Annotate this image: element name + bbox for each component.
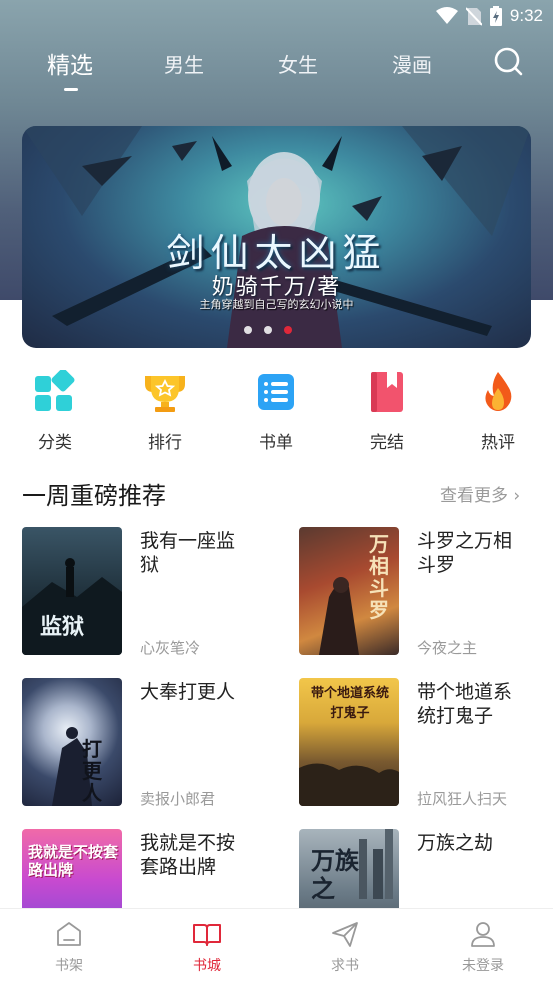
book-card[interactable]: 打更人 大奉打更人 卖报小郎君 [22,678,272,808]
category-icon [33,368,77,414]
section-title: 一周重磅推荐 [22,482,166,510]
tab-male[interactable]: 男生 [162,49,206,78]
tab-female[interactable]: 女生 [276,49,320,78]
book-author: 卖报小郎君 [140,790,216,808]
search-icon [494,47,523,76]
quicknav-booklist[interactable]: 书单 [236,368,316,453]
book-title: 大奉打更人 [140,681,236,703]
book-author: 拉风狂人扫天 [417,790,508,808]
book-title: 万族之劫 [417,832,494,854]
no-sim-icon [465,7,482,26]
cover-title: 监狱 [40,614,85,640]
quicknav-label: 排行 [148,433,182,453]
book-cover: 万相斗罗 [299,527,399,655]
book-author: 心灰笔冷 [140,639,201,657]
banner-tagline: 主角穿越到自己写的玄幻小说中 [199,298,354,311]
top-tabs: 精选 男生 女生 漫画 [0,38,553,98]
wifi-icon [435,7,458,24]
carousel-dots [244,326,292,334]
cover-title: 万相斗罗 [369,532,389,622]
cover-title: 打更人 [82,737,102,805]
quicknav-label: 完结 [370,433,404,453]
book-author: 今夜之主 [417,639,478,657]
nav-request-book[interactable]: 求书 [300,919,390,975]
book-cover: 监狱 [22,527,122,655]
book-title: 我有一座监狱 [140,530,236,576]
nav-label: 求书 [331,958,359,974]
view-more-link[interactable]: 查看更多 › [440,481,520,506]
quicknav-category[interactable]: 分类 [15,368,95,453]
quicknav-completed[interactable]: 完结 [347,368,427,453]
nav-label: 书架 [55,958,83,974]
promo-banner[interactable]: 剑仙太凶猛 奶骑千万/著 主角穿越到自己写的玄幻小说中 [22,126,531,348]
tab-comics[interactable]: 漫画 [390,49,434,78]
search-button[interactable] [493,46,525,78]
active-tab-indicator [64,88,78,91]
quicknav-hot-reviews[interactable]: 热评 [458,368,538,453]
book-card[interactable]: 万相斗罗 斗罗之万相斗罗 今夜之主 [299,527,549,657]
quicknav-label: 分类 [38,433,72,453]
bottom-nav: 书架 书城 求书 未登录 [0,908,553,983]
status-time: 9:32 [509,6,543,25]
nav-profile[interactable]: 未登录 [438,919,528,975]
booklist-icon [254,370,298,414]
status-icons: 9:32 [435,4,543,28]
flame-icon [476,370,520,414]
trophy-icon [143,370,187,414]
user-icon [468,919,498,949]
book-title: 带个地道系统打鬼子 [417,681,513,727]
nav-bookshelf[interactable]: 书架 [24,919,114,975]
paper-plane-icon [330,919,360,949]
carousel-dot[interactable] [244,326,252,334]
battery-charging-icon [489,6,502,26]
cover-title: 我就是不按套路出牌 [28,843,119,879]
book-title: 斗罗之万相斗罗 [417,530,513,576]
status-bar: 9:32 [0,0,553,32]
nav-bookstore[interactable]: 书城 [162,919,252,975]
cover-title: 万族之 [311,846,359,903]
open-book-icon [192,919,222,949]
quicknav-label: 书单 [259,433,293,453]
cover-title: 带个地道系统 打鬼子 [310,686,389,721]
quick-nav: 分类 排行 书单 完结 热评 [0,368,553,458]
bookshelf-icon [54,919,84,949]
book-card[interactable]: 监狱 我有一座监狱 心灰笔冷 [22,527,272,657]
nav-label: 书城 [193,958,221,974]
bookmark-book-icon [365,370,409,414]
carousel-dot[interactable] [264,326,272,334]
book-card[interactable]: 带个地道系统 打鬼子 带个地道系统打鬼子 拉风狂人扫天 [299,678,549,808]
tab-featured[interactable]: 精选 [44,46,96,80]
quicknav-label: 热评 [481,433,515,453]
nav-label: 未登录 [462,958,504,974]
carousel-dot-active[interactable] [284,326,292,334]
book-cover: 打更人 [22,678,122,806]
book-title: 我就是不按套路出牌 [140,832,236,878]
quicknav-ranking[interactable]: 排行 [125,368,205,453]
book-cover: 带个地道系统 打鬼子 [299,678,399,806]
